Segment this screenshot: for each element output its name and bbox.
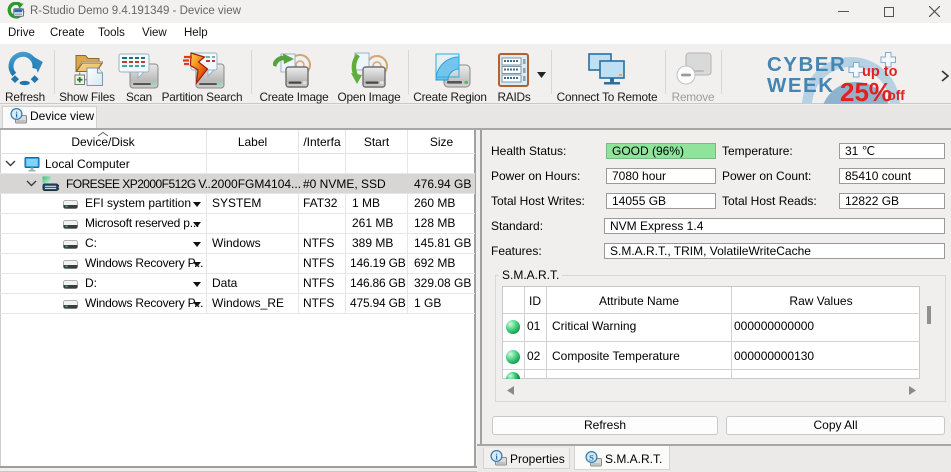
svg-text:off: off <box>888 88 906 103</box>
svg-text:S: S <box>589 453 594 463</box>
svg-text:WEEK: WEEK <box>767 74 835 97</box>
svg-text:25%: 25% <box>840 77 892 104</box>
svg-text:CYBER: CYBER <box>767 53 846 76</box>
